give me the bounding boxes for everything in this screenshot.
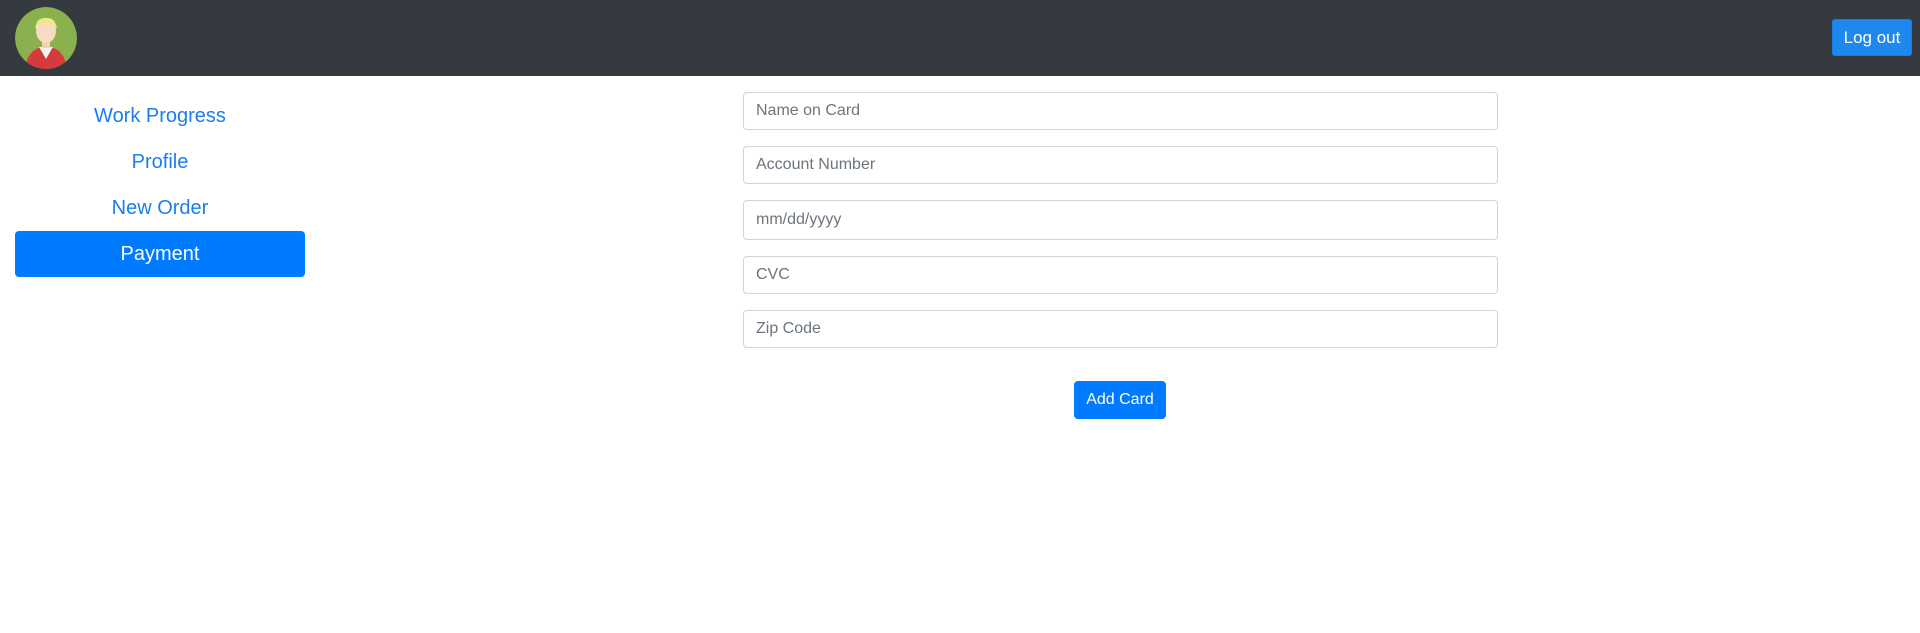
logout-button[interactable]: Log out: [1832, 19, 1912, 56]
sidebar-item-payment[interactable]: Payment: [15, 231, 305, 277]
name-on-card-input[interactable]: [743, 92, 1498, 130]
sidebar-item-new-order[interactable]: New Order: [15, 185, 305, 231]
user-avatar-icon[interactable]: [15, 7, 77, 69]
cvc-input[interactable]: [743, 256, 1498, 294]
zip-code-input[interactable]: [743, 310, 1498, 348]
account-number-input[interactable]: [743, 146, 1498, 184]
payment-form: [743, 92, 1498, 364]
sidebar-nav: Work Progress Profile New Order Payment: [15, 93, 305, 277]
expiry-date-input[interactable]: [743, 200, 1498, 240]
add-card-button[interactable]: Add Card: [1074, 381, 1166, 419]
sidebar-item-profile[interactable]: Profile: [15, 139, 305, 185]
top-navbar: Log out: [0, 0, 1920, 76]
sidebar-item-work-progress[interactable]: Work Progress: [15, 93, 305, 139]
